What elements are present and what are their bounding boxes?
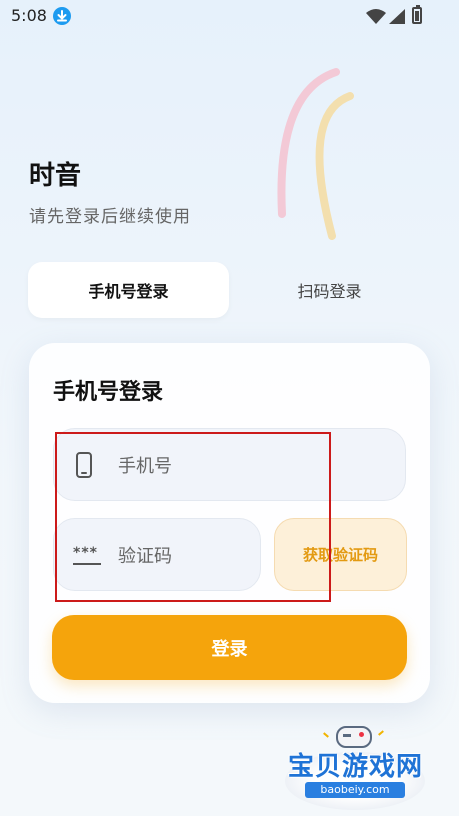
phone-input[interactable] xyxy=(118,452,388,480)
gamepad-icon xyxy=(336,726,372,748)
form-title: 手机号登录 xyxy=(53,380,164,405)
tab-qr-login[interactable]: 扫码登录 xyxy=(229,262,430,318)
watermark-url: baobeiy.com xyxy=(305,782,405,798)
app-subtitle: 请先登录后继续使用 xyxy=(29,207,191,227)
verification-code-input[interactable] xyxy=(118,542,248,570)
tab-phone-login[interactable]: 手机号登录 xyxy=(28,262,229,318)
wifi-icon xyxy=(366,9,386,28)
watermark-logo: 宝贝游戏网 baobeiy.com xyxy=(283,724,428,816)
app-title: 时音 xyxy=(29,161,82,191)
login-button[interactable]: 登录 xyxy=(52,615,407,680)
download-icon xyxy=(53,7,71,25)
password-dots-underline xyxy=(73,563,101,565)
decorative-arcs xyxy=(277,68,354,240)
status-bar: 5:08 xyxy=(0,0,459,32)
watermark-spark xyxy=(378,730,384,736)
status-time: 5:08 xyxy=(11,6,47,25)
phone-icon xyxy=(76,452,92,478)
signal-icon xyxy=(389,9,405,28)
watermark-spark xyxy=(323,732,329,738)
watermark-name: 宝贝游戏网 xyxy=(287,752,423,782)
get-code-button[interactable]: 获取验证码 xyxy=(274,518,407,591)
battery-icon xyxy=(412,5,422,24)
password-dots-icon: *** xyxy=(73,545,98,561)
